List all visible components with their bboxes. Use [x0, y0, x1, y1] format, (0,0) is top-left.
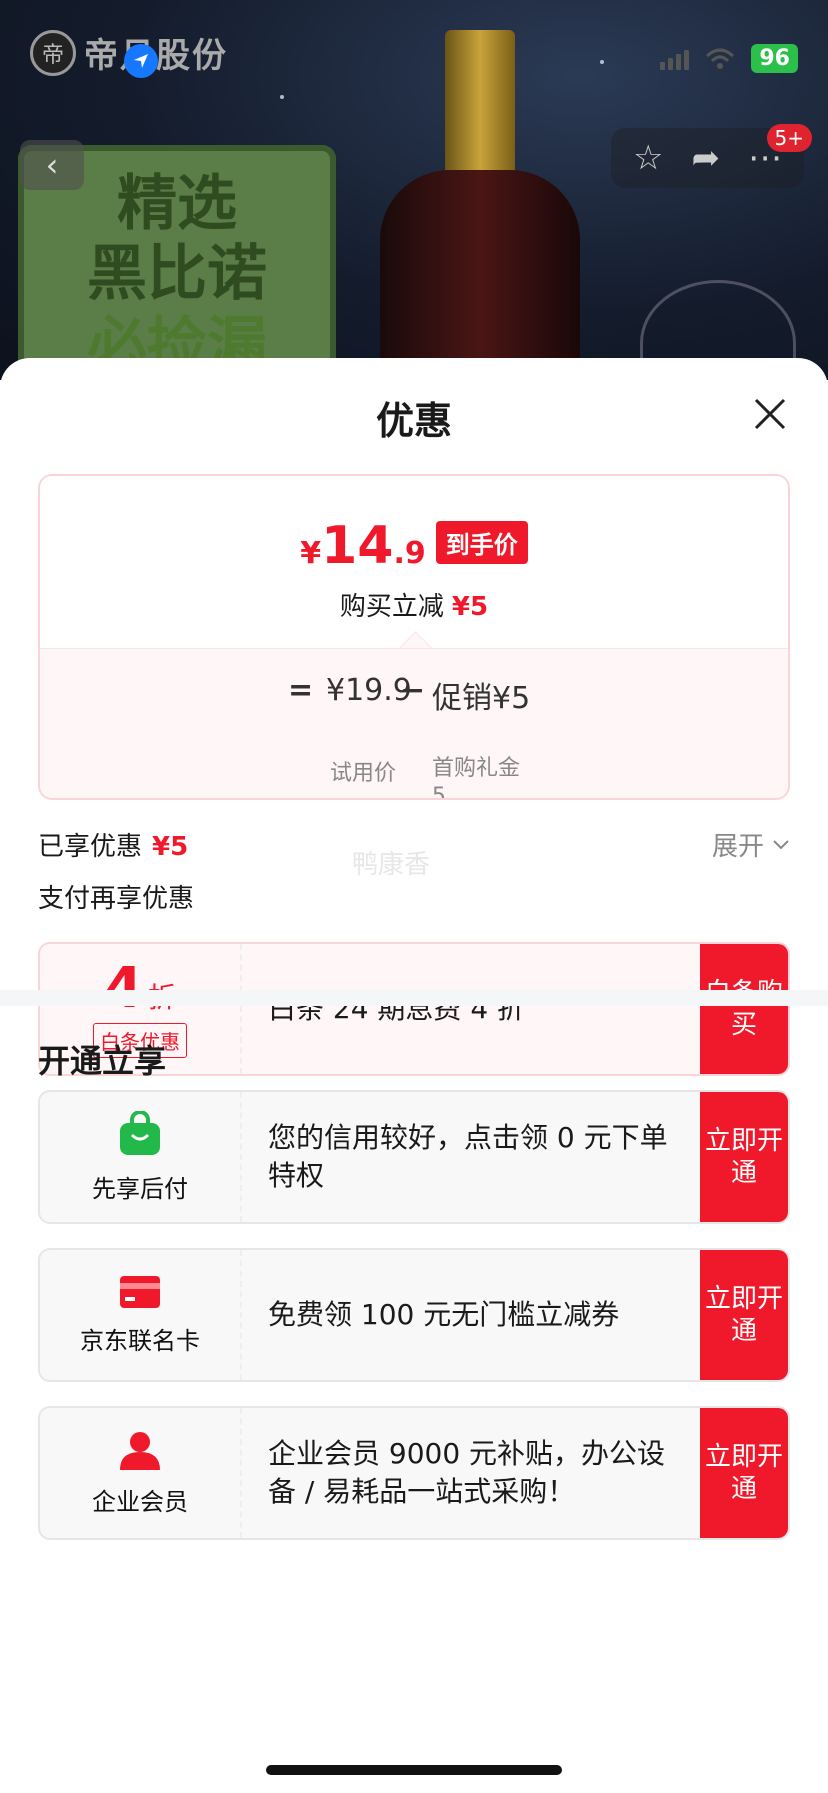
section-divider [0, 990, 828, 1006]
promo-label: 首购礼金5 [432, 756, 521, 800]
feature-item: 先享后付 您的信用较好，点击领 0 元下单特权 立即开通 [38, 1090, 790, 1224]
expand-label: 展开 [711, 832, 764, 862]
feature-icon-block: 先享后付 [40, 1092, 242, 1222]
brand-emblem-icon: 帝 [30, 29, 76, 76]
baitiao-buy-button[interactable]: 白条购买 [700, 944, 788, 1074]
activate-button[interactable]: 立即开通 [700, 1092, 788, 1222]
home-indicator [266, 1765, 562, 1775]
star-decoration [600, 60, 604, 64]
wine-bottle-image [380, 30, 580, 380]
baitiao-description: 白条 24 期息费 4 折 [268, 992, 526, 1025]
price-formula: = ¥19.9 − 促销¥5 试用价 首购礼金5 [40, 648, 788, 800]
status-bar: 96 [660, 44, 798, 73]
message-badge: 5+ [766, 124, 812, 152]
location-arrow-icon [124, 44, 158, 78]
signal-icon [660, 48, 690, 70]
expand-button[interactable]: 展开 [712, 826, 790, 863]
sheet-title: 优惠 [375, 399, 452, 443]
feature-label: 京东联名卡 [80, 1326, 200, 1355]
pay-more-title: 支付再享优惠 [38, 884, 195, 914]
feature-description: 企业会员 9000 元补贴，办公设备 / 易耗品一站式采购！ [268, 1437, 666, 1508]
instant-reduce: 购买立减 ¥5 [40, 586, 788, 623]
enjoyed-discount: 已享优惠 ¥5 [38, 826, 188, 863]
price-decimal: .9 [393, 536, 426, 571]
final-price: ¥ 14 .9 到手价 [40, 516, 788, 576]
chevron-down-icon [773, 839, 789, 849]
reduce-amount: ¥5 [451, 592, 489, 622]
feature-item: 企业会员 企业会员 9000 元补贴，办公设备 / 易耗品一站式采购！ 立即开通 [38, 1406, 790, 1540]
credit-card-icon [120, 1275, 160, 1308]
currency-symbol: ¥ [300, 536, 322, 571]
enjoyed-amount: ¥5 [152, 832, 189, 862]
feature-description: 您的信用较好，点击领 0 元下单特权 [268, 1121, 668, 1192]
promo-amount: 促销¥5 [432, 681, 531, 716]
enjoyed-label: 已享优惠 [38, 832, 143, 862]
star-decoration [280, 95, 284, 99]
feature-label: 先享后付 [92, 1174, 188, 1203]
feature-icon-block: 企业会员 [40, 1408, 242, 1538]
close-icon[interactable] [752, 396, 788, 432]
battery-indicator: 96 [751, 44, 798, 73]
feature-icon-block: 京东联名卡 [40, 1250, 242, 1380]
feature-description: 免费领 100 元无门槛立减券 [268, 1298, 620, 1331]
final-price-card: ¥ 14 .9 到手价 购买立减 ¥5 = ¥19.9 − 促销¥5 试用价 首购… [38, 474, 790, 800]
base-price-label: 试用价 [330, 761, 397, 786]
shopping-bag-icon [120, 1110, 160, 1155]
feature-item: 京东联名卡 免费领 100 元无门槛立减券 立即开通 [38, 1248, 790, 1382]
base-price: ¥19.9 [326, 673, 412, 708]
product-background: 帝 帝月股份 96 精选 黑比诺 必捡漏 ‹ ☆ ➦ ⋯ 5+ [0, 0, 828, 380]
watermark: 鸭康香 [352, 850, 431, 880]
wifi-icon [706, 48, 735, 69]
minus-sign: − [400, 673, 426, 708]
equals-sign: = [288, 673, 314, 708]
price-integer: 14 [321, 516, 394, 576]
final-price-tag: 到手价 [435, 521, 528, 564]
reduce-label: 购买立减 [339, 592, 444, 622]
feature-label: 企业会员 [92, 1487, 188, 1516]
activate-button[interactable]: 立即开通 [700, 1408, 788, 1538]
user-icon [120, 1431, 160, 1470]
share-icon[interactable]: ➦ [692, 138, 721, 178]
open-section-title: 开通立享 [38, 1042, 167, 1080]
favorite-star-icon[interactable]: ☆ [633, 138, 663, 178]
discount-number: 4 [103, 955, 143, 1021]
activate-button[interactable]: 立即开通 [700, 1250, 788, 1380]
back-button[interactable]: ‹ [20, 140, 84, 190]
